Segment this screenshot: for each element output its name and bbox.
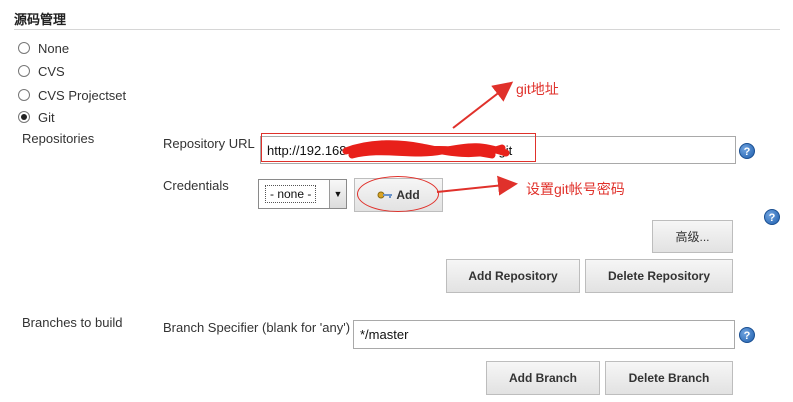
arrow-to-git-address-note <box>452 81 514 129</box>
radio-cvs-label: CVS <box>38 63 65 79</box>
advanced-button[interactable]: 高级... <box>652 220 733 253</box>
radio-git-label: Git <box>38 109 55 125</box>
chevron-down-icon[interactable]: ▼ <box>329 180 346 208</box>
repository-url-label: Repository URL <box>163 136 255 151</box>
repository-url-help-icon[interactable]: ? <box>739 143 755 159</box>
radio-cvs-projectset-label: CVS Projectset <box>38 87 127 103</box>
radio-cvs-projectset-circle[interactable] <box>18 89 30 101</box>
credentials-label: Credentials <box>163 178 229 193</box>
branches-label: Branches to build <box>22 315 123 330</box>
radio-none-label: None <box>38 40 70 56</box>
add-branch-button[interactable]: Add Branch <box>486 361 600 395</box>
section-title: 源码管理 <box>14 12 67 27</box>
section-divider <box>14 29 780 30</box>
radio-cvs-circle[interactable] <box>18 65 30 77</box>
delete-branch-button[interactable]: Delete Branch <box>605 361 733 395</box>
annotation-git-address: git地址 <box>516 81 559 97</box>
credentials-selected-value: - none - <box>265 185 317 203</box>
credentials-select[interactable]: - none - ▼ <box>258 179 347 209</box>
annotation-set-credentials: 设置git帐号密码 <box>526 181 625 197</box>
radio-cvs-projectset[interactable]: CVS Projectset <box>18 86 126 104</box>
radio-none[interactable]: None <box>18 39 69 57</box>
url-highlight-box <box>261 133 536 162</box>
add-repository-button[interactable]: Add Repository <box>446 259 580 293</box>
radio-git-circle[interactable] <box>18 111 30 123</box>
delete-repository-button[interactable]: Delete Repository <box>585 259 733 293</box>
repositories-help-icon[interactable]: ? <box>764 209 780 225</box>
branch-specifier-help-icon[interactable]: ? <box>739 327 755 343</box>
branch-specifier-label: Branch Specifier (blank for 'any') <box>163 320 351 335</box>
branch-specifier-input[interactable]: */master <box>353 320 735 349</box>
radio-cvs[interactable]: CVS <box>18 62 65 80</box>
add-highlight-ellipse <box>357 176 439 212</box>
repositories-label: Repositories <box>22 131 95 146</box>
radio-none-circle[interactable] <box>18 42 30 54</box>
radio-git[interactable]: Git <box>18 108 55 126</box>
arrow-to-credentials-note <box>436 175 518 196</box>
